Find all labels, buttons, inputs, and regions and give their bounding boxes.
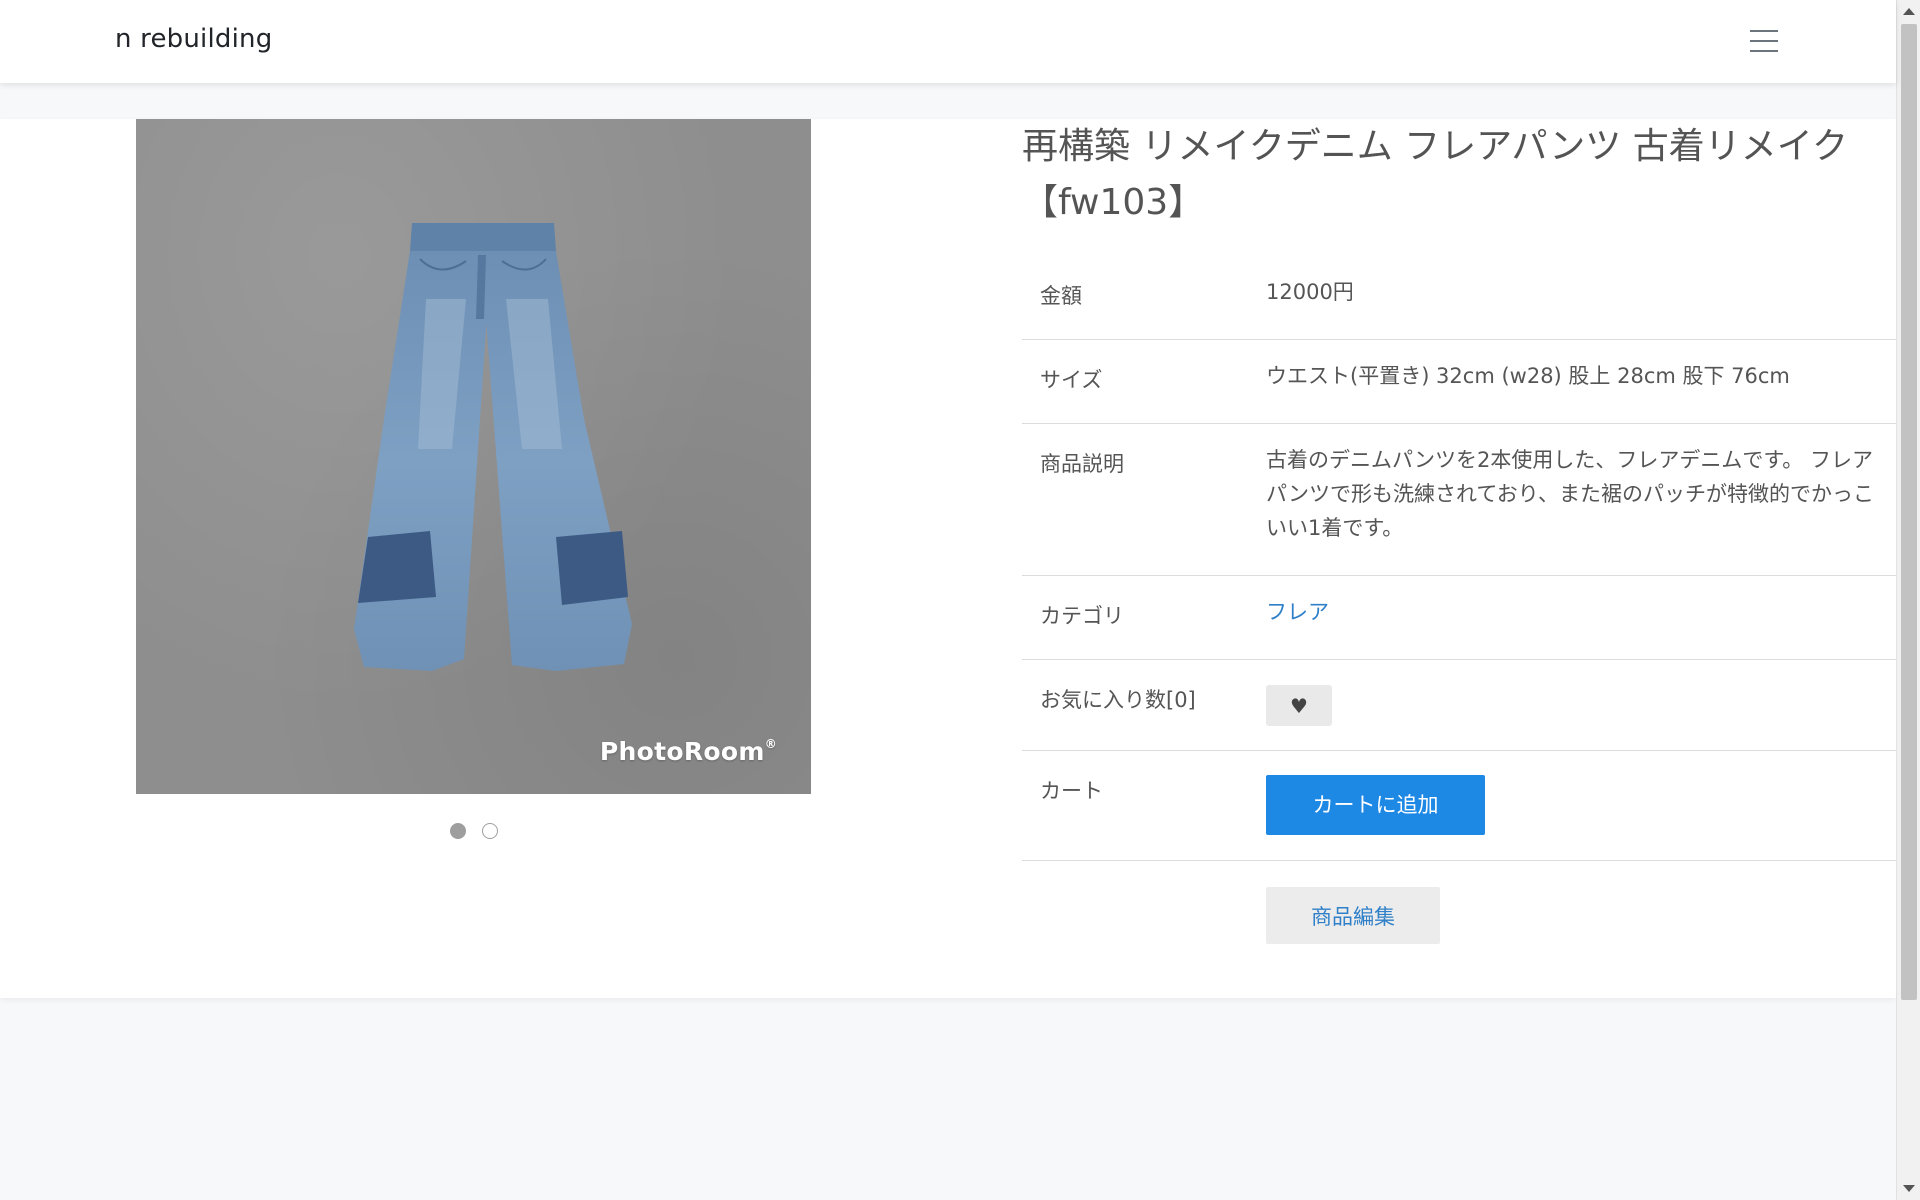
cart-cell: カートに追加 (1266, 775, 1878, 835)
description-label: 商品説明 (1040, 452, 1124, 476)
product-detail: PhotoRoom® 再構築 リメイクデニム フレアパンツ 古着リメイク【fw1… (0, 119, 1896, 998)
favorites-label: お気に入り数[0] (1040, 688, 1196, 712)
add-to-cart-button[interactable]: カートに追加 (1266, 775, 1485, 835)
category-link[interactable]: フレア (1266, 600, 1329, 624)
brand-logo[interactable]: n rebuilding (115, 24, 272, 54)
page-scrollbar[interactable] (1896, 0, 1920, 1200)
favorites-cell: ♥ (1266, 685, 1878, 726)
category-row: カテゴリ フレア (1022, 576, 1896, 660)
hamburger-menu-icon[interactable] (1750, 28, 1778, 54)
scroll-up-arrow-icon[interactable] (1903, 8, 1915, 15)
carousel-dot-2[interactable] (482, 823, 498, 839)
jeans-illustration (354, 223, 632, 671)
product-title: 再構築 リメイクデニム フレアパンツ 古着リメイク【fw103】 (1022, 126, 1848, 223)
description-value: 古着のデニムパンツを2本使用した、フレアデニムです。 フレアパンツで形も洗練され… (1266, 448, 1874, 540)
edit-cell: 商品編集 (1266, 887, 1440, 944)
size-label: サイズ (1040, 368, 1103, 392)
favorites-row: お気に入り数[0] ♥ (1022, 660, 1896, 751)
price-label: 金額 (1040, 284, 1082, 308)
category-value: フレア (1266, 595, 1878, 629)
cart-label: カート (1040, 779, 1103, 803)
carousel-dot-1[interactable] (450, 823, 466, 839)
scroll-thumb[interactable] (1901, 24, 1917, 1000)
photo-watermark: PhotoRoom® (599, 737, 777, 766)
size-value: ウエスト(平置き) 32cm (w28) 股上 28cm 股下 76cm (1266, 364, 1790, 388)
scroll-down-arrow-icon[interactable] (1903, 1185, 1915, 1192)
cart-row: カート カートに追加 (1022, 751, 1896, 861)
description-row: 商品説明 古着のデニムパンツを2本使用した、フレアデニムです。 フレアパンツで形… (1022, 424, 1896, 576)
price-value: 12000円 (1266, 280, 1354, 304)
edit-product-button[interactable]: 商品編集 (1266, 887, 1440, 944)
price-row: 金額 12000円 (1022, 244, 1896, 340)
favorite-button[interactable]: ♥ (1266, 685, 1332, 726)
navbar: n rebuilding (0, 0, 1896, 83)
category-label: カテゴリ (1040, 604, 1124, 628)
product-photo[interactable]: PhotoRoom® (136, 119, 811, 794)
heart-icon: ♥ (1290, 693, 1308, 718)
size-row: サイズ ウエスト(平置き) 32cm (w28) 股上 28cm 股下 76cm (1022, 340, 1896, 424)
